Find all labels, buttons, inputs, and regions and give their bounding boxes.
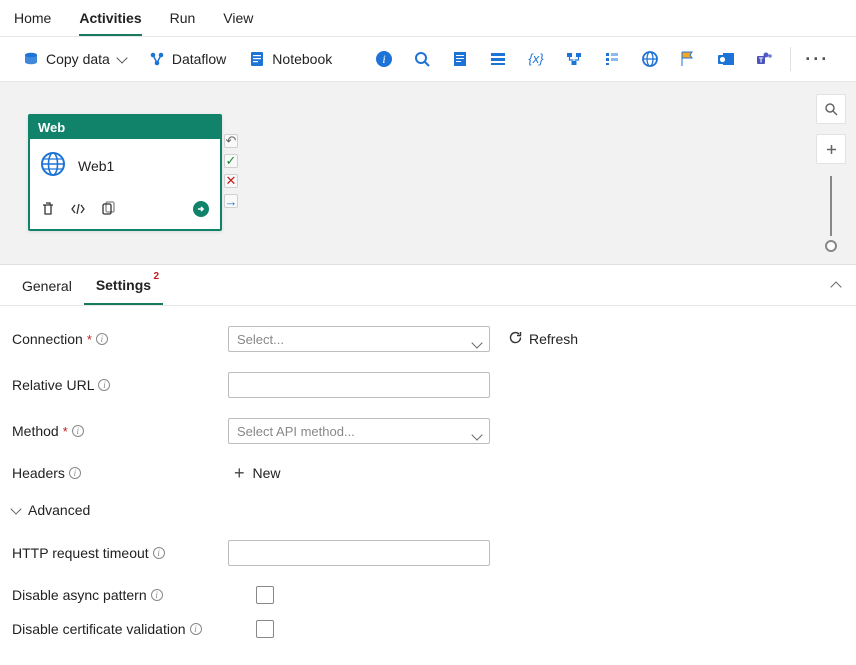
plus-icon: + (234, 464, 245, 482)
activity-type-label: Web (30, 116, 220, 139)
info-icon[interactable]: i (368, 45, 400, 73)
search-icon[interactable] (406, 45, 438, 73)
notebook-button[interactable]: Notebook (240, 46, 340, 72)
settings-form: Connection * i Select... Refresh Relativ… (0, 306, 856, 665)
method-placeholder: Select API method... (237, 424, 355, 439)
globe-icon[interactable] (634, 45, 666, 73)
flag-icon[interactable] (672, 45, 704, 73)
code-icon[interactable] (70, 201, 86, 220)
chevron-down-icon (116, 52, 127, 63)
property-panel-tabs: General Settings 2 (0, 265, 856, 306)
connection-label: Connection * i (12, 331, 228, 347)
canvas-controls (816, 94, 846, 252)
pipeline-canvas[interactable]: Web Web1 ↶ ✓ ✕ → (0, 82, 856, 265)
tab-run[interactable]: Run (170, 10, 196, 36)
required-indicator: * (87, 332, 92, 347)
canvas-search-icon[interactable] (816, 94, 846, 124)
collapse-panel-button[interactable] (832, 279, 840, 294)
zoom-slider-track[interactable] (830, 176, 832, 236)
refresh-icon (508, 330, 523, 348)
info-icon[interactable]: i (151, 589, 163, 601)
toolbar-separator (790, 47, 791, 71)
connection-select[interactable]: Select... (228, 326, 490, 352)
steps-icon[interactable] (596, 45, 628, 73)
info-icon[interactable]: i (153, 547, 165, 559)
disable-async-checkbox[interactable] (256, 586, 274, 604)
globe-icon (40, 151, 66, 180)
more-icon[interactable]: ··· (801, 45, 833, 73)
info-icon[interactable]: i (98, 379, 110, 391)
advanced-section-toggle[interactable]: Advanced (12, 502, 844, 518)
delete-icon[interactable] (40, 201, 56, 220)
headers-label: Headers i (12, 465, 228, 481)
activity-name-label: Web1 (78, 158, 114, 174)
database-icon (22, 50, 40, 68)
disable-cert-checkbox[interactable] (256, 620, 274, 638)
connection-placeholder: Select... (237, 332, 284, 347)
tab-activities[interactable]: Activities (79, 10, 141, 36)
list-icon[interactable] (482, 45, 514, 73)
info-icon[interactable]: i (190, 623, 202, 635)
method-select[interactable]: Select API method... (228, 418, 490, 444)
pipeline-icon[interactable] (558, 45, 590, 73)
web-activity-card[interactable]: Web Web1 (28, 114, 222, 231)
chevron-down-icon (10, 503, 21, 514)
tab-settings-label: Settings (96, 277, 151, 293)
chevron-up-icon (830, 281, 841, 292)
required-indicator: * (63, 424, 68, 439)
relative-url-label: Relative URL i (12, 377, 228, 393)
script-icon[interactable] (444, 45, 476, 73)
disable-cert-label: Disable certificate validation i (12, 621, 228, 637)
success-handle-icon[interactable]: ✓ (224, 154, 238, 168)
dataflow-button[interactable]: Dataflow (140, 46, 234, 72)
tab-home[interactable]: Home (14, 10, 51, 36)
outlook-icon[interactable] (710, 45, 742, 73)
info-icon[interactable]: i (69, 467, 81, 479)
teams-icon[interactable]: T (748, 45, 780, 73)
canvas-zoom-in-icon[interactable] (816, 134, 846, 164)
svg-text:{x}: {x} (529, 51, 545, 66)
failure-handle-icon[interactable]: ✕ (224, 174, 238, 188)
chevron-down-icon (471, 337, 482, 348)
svg-text:i: i (383, 52, 386, 66)
tab-view[interactable]: View (223, 10, 253, 36)
copy-data-button[interactable]: Copy data (14, 46, 134, 72)
disable-async-label: Disable async pattern i (12, 587, 228, 603)
copy-data-label: Copy data (46, 51, 110, 67)
http-timeout-input[interactable] (228, 540, 490, 566)
add-header-button[interactable]: + New (228, 464, 281, 482)
variable-icon[interactable]: {x} (520, 45, 552, 73)
toolbar: Copy data Dataflow Notebook i {x} T ··· (0, 37, 856, 82)
dataflow-label: Dataflow (172, 51, 226, 67)
activity-connectors: ↶ ✓ ✕ → (224, 134, 238, 208)
undo-handle-icon[interactable]: ↶ (224, 134, 238, 148)
info-icon[interactable]: i (96, 333, 108, 345)
copy-icon[interactable] (100, 201, 116, 220)
completion-handle-icon[interactable]: → (224, 194, 238, 208)
tab-settings[interactable]: Settings 2 (84, 265, 163, 305)
settings-error-badge: 2 (153, 271, 159, 282)
method-label: Method * i (12, 423, 228, 439)
zoom-slider-handle[interactable] (825, 240, 837, 252)
top-tab-bar: Home Activities Run View (0, 0, 856, 37)
tab-general[interactable]: General (10, 266, 84, 304)
refresh-button[interactable]: Refresh (508, 330, 578, 348)
notebook-icon (248, 50, 266, 68)
chevron-down-icon (471, 429, 482, 440)
new-label: New (253, 465, 281, 481)
notebook-label: Notebook (272, 51, 332, 67)
dataflow-icon (148, 50, 166, 68)
run-icon[interactable] (192, 200, 210, 221)
info-icon[interactable]: i (72, 425, 84, 437)
relative-url-input[interactable] (228, 372, 490, 398)
advanced-label: Advanced (28, 502, 90, 518)
svg-text:T: T (759, 58, 764, 65)
refresh-label: Refresh (529, 331, 578, 347)
http-timeout-label: HTTP request timeout i (12, 545, 228, 561)
